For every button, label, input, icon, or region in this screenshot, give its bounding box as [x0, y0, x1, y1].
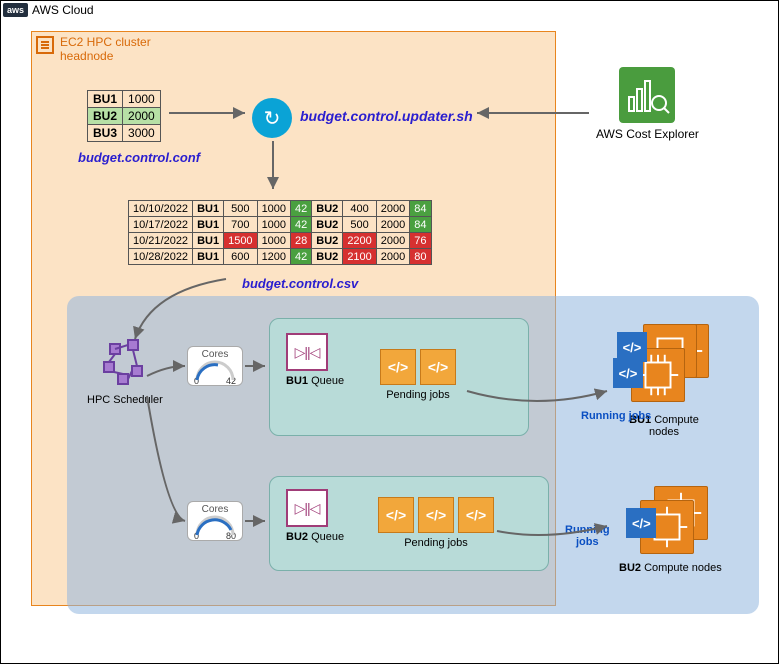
- gauge2-arc: [188, 515, 242, 533]
- conf-val3: 3000: [123, 125, 161, 142]
- diagram-canvas: aws AWS Cloud EC2 HPC cluster headnode B…: [0, 0, 779, 664]
- clock-refresh-icon: ↻: [264, 106, 281, 131]
- bu1-queue-box: ▷||◁ BU1 Queue </> </> Pending jobs: [269, 318, 529, 436]
- conf-val1: 1000: [123, 91, 161, 108]
- gauge2-title: Cores: [188, 504, 242, 515]
- cost-explorer-label: AWS Cost Explorer: [596, 127, 699, 141]
- pending-job-icon: </>: [380, 349, 416, 385]
- csv-cell: 10/17/2022: [129, 217, 193, 233]
- pending-job-icon: </>: [420, 349, 456, 385]
- cores-gauge-bu2: Cores 080: [187, 501, 243, 541]
- gauge1-title: Cores: [188, 349, 242, 360]
- bu2-queue-icon: ▷||◁: [286, 489, 328, 527]
- csv-cell: 10/10/2022: [129, 201, 193, 217]
- ec2-icon: [36, 36, 54, 54]
- headnode-title: EC2 HPC cluster headnode: [60, 35, 151, 64]
- cost-explorer-icon: [619, 67, 675, 123]
- csv-cell: 1000: [257, 233, 290, 249]
- csv-cell: 42: [291, 249, 312, 265]
- bu2-pending-label: Pending jobs: [404, 537, 468, 549]
- bu2-compute: </> Runningjobs BU2 Compute nodes: [619, 486, 722, 574]
- csv-cell: 2000: [376, 217, 409, 233]
- bu2-queue-box: ▷||◁ BU2 Queue </> </> </> Pending jobs: [269, 476, 549, 571]
- csv-cell: BU2: [312, 249, 343, 265]
- bu1-queue-icon: ▷||◁: [286, 333, 328, 371]
- bu2-compute-label: BU2 Compute nodes: [619, 562, 722, 574]
- csv-cell: BU2: [312, 201, 343, 217]
- csv-cell: 400: [343, 201, 376, 217]
- csv-cell: BU2: [312, 217, 343, 233]
- csv-cell: 76: [410, 233, 431, 249]
- hpc-scheduler-icon: [98, 336, 152, 390]
- csv-cell: BU1: [193, 201, 224, 217]
- csv-cell: 10/28/2022: [129, 249, 193, 265]
- budget-conf-label: budget.control.conf: [78, 150, 200, 165]
- headnode-title-l2: headnode: [60, 49, 113, 63]
- csv-cell: 1000: [257, 201, 290, 217]
- conf-val2: 2000: [123, 108, 161, 125]
- csv-cell: 10/21/2022: [129, 233, 193, 249]
- csv-cell: 2200: [343, 233, 376, 249]
- csv-cell: 500: [343, 217, 376, 233]
- csv-cell: 1500: [224, 233, 257, 249]
- pending-job-icon: </>: [378, 497, 414, 533]
- csv-cell: BU1: [193, 217, 224, 233]
- csv-cell: 2000: [376, 249, 409, 265]
- csv-cell: 1200: [257, 249, 290, 265]
- bu1-queue-label: BU1 Queue: [286, 375, 344, 387]
- aws-cloud-label: aws AWS Cloud: [3, 3, 94, 17]
- bu1-pending-label: Pending jobs: [386, 389, 450, 401]
- csv-cell: 80: [410, 249, 431, 265]
- csv-cell: 700: [224, 217, 257, 233]
- csv-cell: BU2: [312, 233, 343, 249]
- csv-cell: 1000: [257, 217, 290, 233]
- csv-cell: 2000: [376, 233, 409, 249]
- headnode-title-l1: EC2 HPC cluster: [60, 35, 151, 49]
- bu1-compute: </> </> Running jobs BU1 Computenodes: [619, 324, 709, 438]
- csv-cell: 28: [291, 233, 312, 249]
- csv-cell: 600: [224, 249, 257, 265]
- updater-label: budget.control.updater.sh: [300, 108, 473, 124]
- csv-cell: 42: [291, 201, 312, 217]
- csv-cell: BU1: [193, 249, 224, 265]
- hpc-scheduler: HPC Scheduler: [87, 336, 163, 406]
- aws-logo-badge: aws: [3, 3, 28, 17]
- budget-csv-label: budget.control.csv: [242, 276, 358, 291]
- cores-gauge-bu1: Cores 042: [187, 346, 243, 386]
- running-job-icon: </>: [626, 508, 656, 538]
- pending-job-icon: </>: [418, 497, 454, 533]
- pending-job-icon: </>: [458, 497, 494, 533]
- running-jobs-label: Running jobs: [581, 410, 651, 422]
- conf-bu1: BU1: [88, 91, 123, 108]
- running-job-icon: </>: [613, 358, 643, 388]
- budget-csv-table: 10/10/2022BU1500100042BU240020008410/17/…: [128, 200, 432, 265]
- csv-cell: 84: [410, 217, 431, 233]
- conf-bu2: BU2: [88, 108, 123, 125]
- csv-cell: 84: [410, 201, 431, 217]
- csv-cell: 500: [224, 201, 257, 217]
- csv-cell: 2100: [343, 249, 376, 265]
- running-jobs-label-2: Runningjobs: [565, 524, 610, 548]
- scheduler-label: HPC Scheduler: [87, 394, 163, 406]
- csv-cell: 2000: [376, 201, 409, 217]
- budget-conf-table: BU11000 BU22000 BU33000: [87, 90, 161, 142]
- conf-bu3: BU3: [88, 125, 123, 142]
- bu2-queue-label: BU2 Queue: [286, 531, 344, 543]
- gauge1-arc: [188, 360, 242, 378]
- cost-explorer: AWS Cost Explorer: [596, 67, 699, 141]
- updater-icon: ↻: [252, 98, 292, 138]
- aws-cloud-text: AWS Cloud: [32, 3, 94, 17]
- csv-cell: BU1: [193, 233, 224, 249]
- scheduler-box: HPC Scheduler Cores 042 Cores 080 ▷||◁ B…: [67, 296, 759, 614]
- csv-cell: 42: [291, 217, 312, 233]
